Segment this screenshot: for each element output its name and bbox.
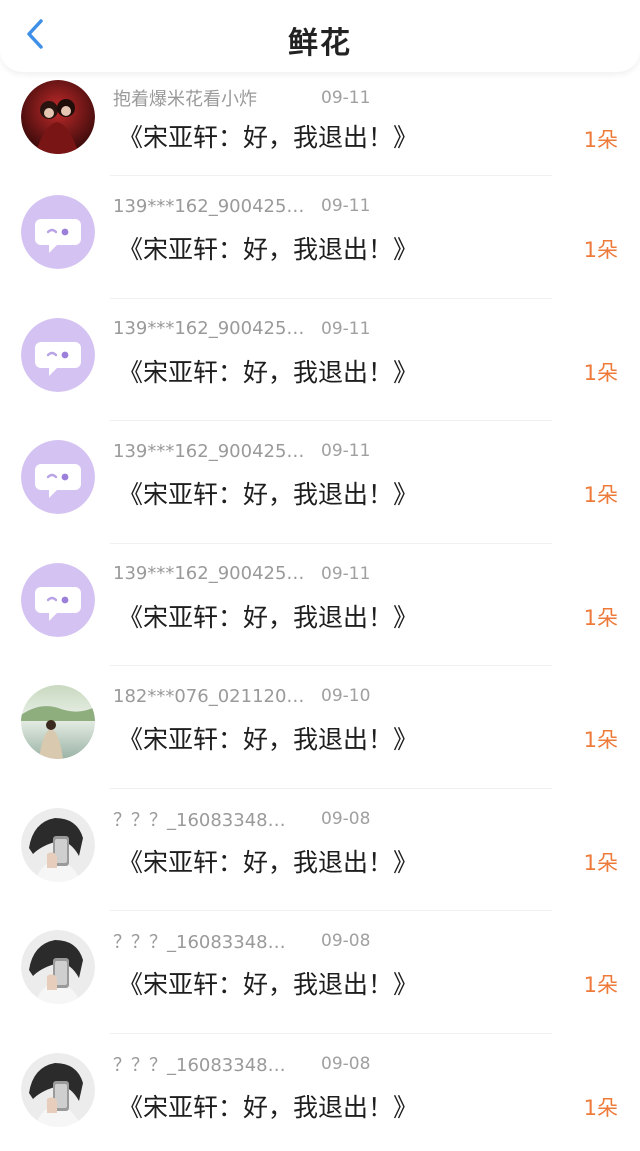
flower-count: 1朵 [583, 360, 618, 385]
flower-count: 1朵 [583, 728, 618, 752]
app-screen: 鲜花 抱着爆米花看小炸 09-11 《宋亚轩：好，我退出！》 1朵 139***… [0, 0, 640, 1151]
item-meta: 139***162_900425… 09-11 [113, 437, 370, 465]
top-nav-bar: 鲜花 [0, 0, 640, 72]
page-title: 鲜花 [288, 26, 352, 61]
list-item[interactable]: 139***162_900425… 09-11 《宋亚轩：好，我退出！》 1朵 [0, 421, 640, 544]
flower-count: 1朵 [583, 483, 618, 507]
chat-bubble-icon [21, 317, 95, 392]
flower-gift-list: 抱着爆米花看小炸 09-11 《宋亚轩：好，我退出！》 1朵 139***162… [0, 72, 640, 1151]
avatar[interactable] [21, 685, 95, 759]
item-meta: 抱着爆米花看小炸 09-11 [113, 84, 370, 112]
item-meta: 139***162_900425… 09-11 [113, 192, 370, 220]
flower-count: 1朵 [583, 238, 618, 262]
list-item[interactable]: ？？？_16083348… 09-08 《宋亚轩：好，我退出！》 1朵 [0, 1034, 640, 1151]
item-meta: 139***162_900425… 09-11 [113, 315, 370, 343]
username: 抱着爆米花看小炸 [113, 89, 257, 110]
username: 139***162_900425… [113, 440, 305, 462]
avatar[interactable] [21, 1052, 95, 1127]
photo-avatar [21, 807, 95, 882]
item-date: 09-08 [321, 931, 371, 951]
item-meta: ？？？_16083348… 09-08 [113, 805, 370, 833]
avatar[interactable] [21, 80, 95, 154]
username: 182***076_021120… [113, 685, 305, 707]
item-message: 《宋亚轩：好，我退出！》 [118, 357, 419, 387]
item-message: 《宋亚轩：好，我退出！》 [118, 602, 419, 632]
list-item[interactable]: 139***162_900425… 09-11 《宋亚轩：好，我退出！》 1朵 [0, 544, 640, 666]
list-item[interactable]: 139***162_900425… 09-11 《宋亚轩：好，我退出！》 1朵 [0, 299, 640, 421]
photo-avatar [21, 80, 95, 154]
list-item[interactable]: 抱着爆米花看小炸 09-11 《宋亚轩：好，我退出！》 1朵 [0, 72, 640, 176]
item-date: 09-11 [321, 441, 371, 461]
item-message: 《宋亚轩：好，我退出！》 [118, 123, 419, 152]
item-date: 09-08 [321, 1053, 371, 1074]
item-message: 《宋亚轩：好，我退出！》 [118, 725, 419, 754]
photo-avatar [21, 1052, 95, 1127]
flower-count: 1朵 [583, 128, 618, 152]
item-meta: ？？？_16083348… 09-08 [113, 927, 370, 955]
photo-avatar [21, 930, 95, 1004]
item-date: 09-10 [321, 686, 371, 706]
username: ？？？_16083348… [113, 932, 286, 953]
username: ？？？_16083348… [113, 809, 286, 831]
avatar[interactable] [21, 317, 95, 392]
item-date: 09-11 [321, 88, 371, 108]
item-meta: 182***076_021120… 09-10 [113, 682, 370, 710]
avatar[interactable] [21, 562, 95, 637]
item-meta: 139***162_900425… 09-11 [113, 560, 370, 588]
flower-count: 1朵 [583, 973, 618, 997]
list-item[interactable]: ？？？_16083348… 09-08 《宋亚轩：好，我退出！》 1朵 [0, 789, 640, 911]
item-meta: ？？？_16083348… 09-08 [113, 1050, 370, 1078]
username: ？？？_16083348… [113, 1054, 286, 1076]
item-message: 《宋亚轩：好，我退出！》 [118, 970, 419, 999]
item-message: 《宋亚轩：好，我退出！》 [118, 480, 419, 509]
item-message: 《宋亚轩：好，我退出！》 [118, 847, 419, 877]
item-date: 09-08 [321, 808, 371, 829]
username: 139***162_900425… [113, 318, 305, 339]
list-item[interactable]: 182***076_021120… 09-10 《宋亚轩：好，我退出！》 1朵 [0, 666, 640, 789]
avatar[interactable] [21, 930, 95, 1004]
item-date: 09-11 [321, 318, 371, 339]
item-date: 09-11 [321, 196, 371, 216]
list-item[interactable]: ？？？_16083348… 09-08 《宋亚轩：好，我退出！》 1朵 [0, 911, 640, 1034]
item-date: 09-11 [321, 563, 371, 584]
chat-bubble-icon [21, 195, 95, 269]
flower-count: 1朵 [583, 605, 618, 630]
item-message: 《宋亚轩：好，我退出！》 [118, 235, 419, 264]
photo-avatar [21, 685, 95, 759]
list-item[interactable]: 139***162_900425… 09-11 《宋亚轩：好，我退出！》 1朵 [0, 176, 640, 299]
flower-count: 1朵 [583, 1095, 618, 1120]
chat-bubble-icon [21, 562, 95, 637]
avatar[interactable] [21, 195, 95, 269]
chat-bubble-icon [21, 440, 95, 514]
flower-count: 1朵 [583, 850, 618, 875]
username: 139***162_900425… [113, 563, 305, 584]
avatar[interactable] [21, 807, 95, 882]
item-message: 《宋亚轩：好，我退出！》 [118, 1092, 419, 1122]
username: 139***162_900425… [113, 195, 305, 217]
avatar[interactable] [21, 440, 95, 514]
